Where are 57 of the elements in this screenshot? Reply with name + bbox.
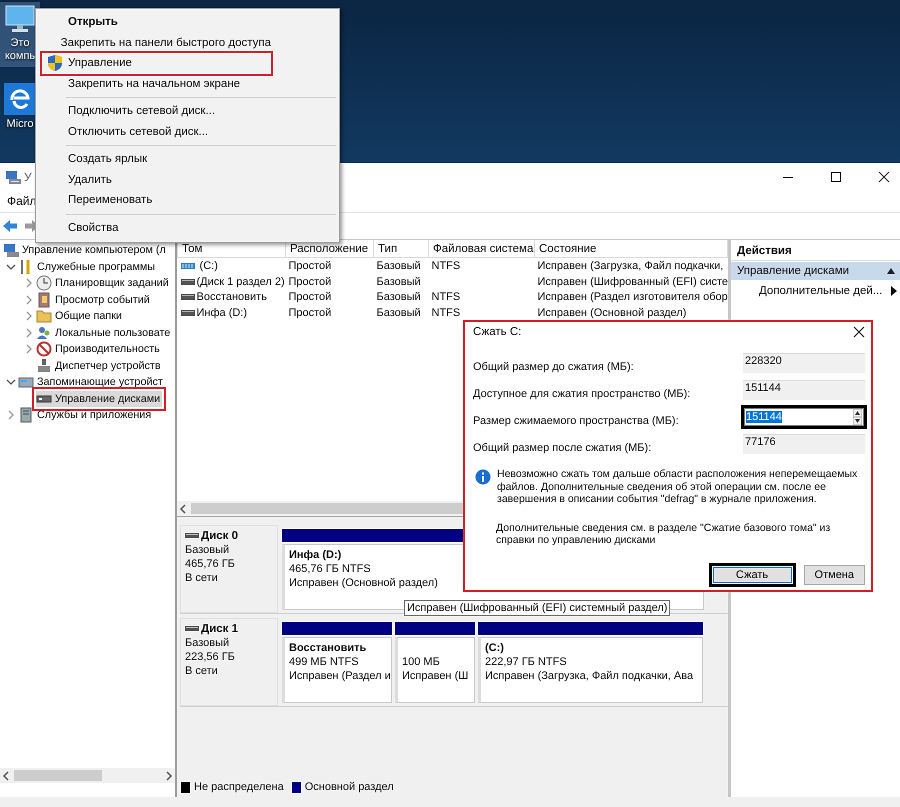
readonly-field: 77176: [743, 434, 865, 454]
disk-type: Базовый: [185, 636, 230, 650]
partition-status: Исправен (Загрузка, Файл подкачки, Ава: [485, 669, 694, 683]
window-title: У: [24, 170, 32, 184]
table-cell: Инфа (D:): [196, 306, 248, 319]
table-cell: NTFS: [432, 291, 460, 304]
table-cell: Базовый: [376, 306, 421, 319]
partition-size: 465,76 ГБ NTFS: [289, 562, 372, 576]
legend-label: Не распределена: [194, 781, 284, 793]
readonly-field: 228320: [743, 353, 865, 373]
partition-title: Инфа (D:): [289, 549, 342, 561]
tooltip: Исправен (Шифрованный (EFI) системный раздел): [404, 600, 670, 616]
readonly-field: 151144: [743, 380, 865, 400]
partition-size: 100 МБ: [402, 655, 441, 669]
desktop-icon-label: Micro: [6, 118, 34, 131]
partition-size: 499 МБ NTFS: [289, 655, 360, 669]
actions-title: Действия: [731, 240, 900, 261]
partition-size: 222,97 ГБ NTFS: [485, 655, 568, 669]
disk-size: 223,56 ГБ: [185, 650, 236, 664]
disk-status: В сети: [185, 664, 219, 678]
field-label: Общий размер до сжатия (МБ):: [473, 361, 635, 373]
dialog-title: Сжать C:: [473, 326, 522, 338]
table-cell: Простой: [288, 260, 332, 272]
action-label: Дополнительные дей...: [759, 285, 882, 297]
legend-label: Основной раздел: [304, 781, 394, 793]
disk-name: Диск 0: [201, 529, 238, 543]
table-cell: (Диск 1 раздел 2): [196, 276, 285, 288]
table-cell: Исправен (Раздел изготовителя обор: [538, 291, 728, 304]
table-cell: Исправен (Основной раздел): [538, 306, 686, 319]
table-cell: Простой: [288, 276, 332, 288]
table-cell: NTFS: [432, 306, 460, 319]
table-cell: Базовый: [376, 276, 421, 288]
table-cell: NTFS: [432, 260, 460, 272]
table-cell: Исправен (Загрузка, Файл подкачки,: [538, 260, 724, 272]
table-cell: Простой: [288, 291, 332, 304]
field-label: Общий размер после сжатия (МБ):: [473, 442, 652, 454]
partition-title: Восстановить: [289, 642, 366, 654]
partition-status: Исправен (Ш: [402, 669, 470, 683]
disk-name: Диск 1: [201, 622, 238, 636]
disk-size: 465,76 ГБ: [185, 557, 236, 571]
table-cell: Простой: [288, 306, 332, 319]
table-cell: Восстановить: [196, 291, 267, 304]
info-message: Невозможно сжать том дальше области расположения неперемещаемых файлов. Дополнительные сведения об этой операции см. после ее завершения в описании события "defrag" в журнале приложения.: [497, 468, 858, 506]
disk-type: Базовый: [185, 543, 230, 557]
field-label: Размер сжимаемого пространства (МБ):: [473, 415, 680, 427]
help-text: Дополнительные сведения см. в разделе "Сжатие базового тома" из справки по управлению дисками: [496, 522, 832, 546]
partition-status: Исправен (Основной раздел): [289, 576, 439, 590]
table-cell: Исправен (Шифрованный (EFI) систе: [538, 276, 728, 288]
field-label: Доступное для сжатия пространство (МБ):: [473, 388, 692, 400]
desktop-icon-label: компь: [4, 50, 36, 63]
section-title: Управление дисками: [737, 265, 850, 277]
table-cell-text: (C:): [198, 260, 218, 272]
desktop-icon-label: Это: [10, 37, 30, 50]
table-cell: Базовый: [376, 291, 421, 304]
partition-title: (C:): [485, 642, 504, 654]
table-cell: Базовый: [376, 260, 421, 272]
disk-status: В сети: [185, 571, 219, 585]
